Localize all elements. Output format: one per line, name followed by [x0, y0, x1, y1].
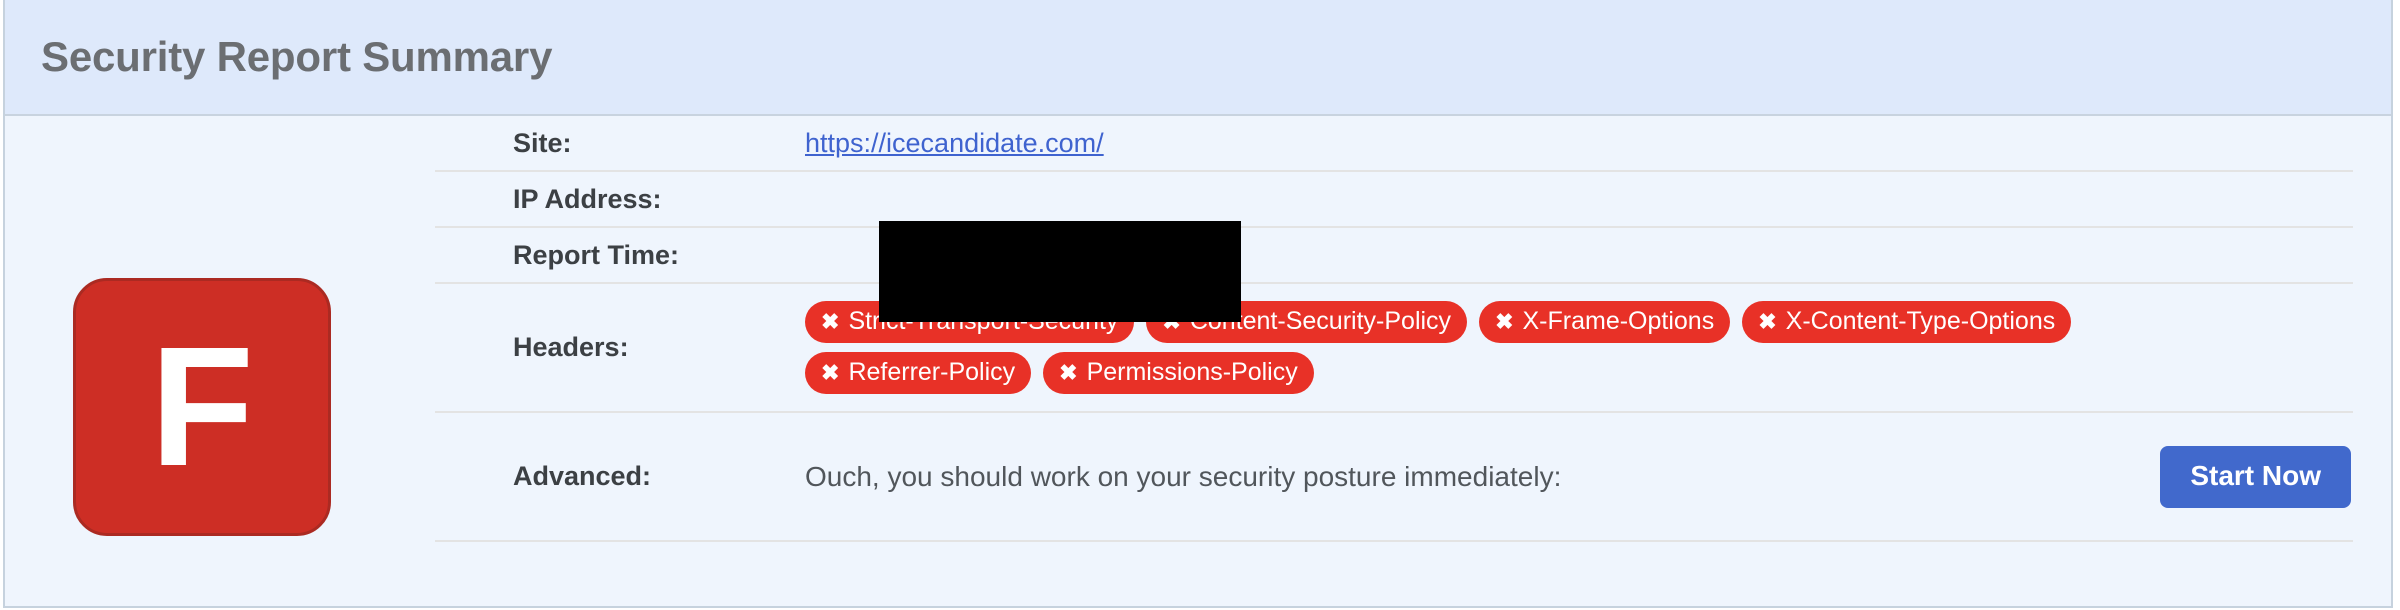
page-title: Security Report Summary — [41, 33, 553, 80]
report-details-table: Site: https://icecandidate.com/ IP Addre… — [435, 116, 2353, 602]
start-now-button[interactable]: Start Now — [2160, 445, 2351, 508]
header-pill-label: X-Content-Type-Options — [1785, 307, 2056, 335]
cross-icon: ✖ — [1758, 309, 1777, 334]
header-pill-label: X-Frame-Options — [1522, 307, 1715, 335]
header-pill-label: Referrer-Policy — [848, 358, 1016, 386]
card-body: F Site: https://icecandidate.com/ IP Add… — [5, 116, 2391, 606]
site-value-cell: https://icecandidate.com/ — [805, 116, 2353, 172]
ip-address-value — [805, 171, 2353, 228]
cross-icon: ✖ — [1059, 360, 1078, 385]
grade-badge: F — [73, 278, 331, 536]
advanced-label: Advanced: — [435, 412, 805, 542]
header-pill: ✖ Referrer-Policy — [805, 352, 1032, 394]
spacer-value-cell — [805, 541, 2353, 602]
advanced-row-content: Ouch, you should work on your security p… — [805, 445, 2353, 508]
table-row-site: Site: https://icecandidate.com/ — [435, 116, 2353, 172]
ip-address-label: IP Address: — [435, 171, 805, 228]
header-pill: ✖ X-Frame-Options — [1479, 301, 1731, 343]
header-pill: ✖ Permissions-Policy — [1043, 352, 1314, 394]
table-row-advanced: Advanced: Ouch, you should work on your … — [435, 412, 2353, 542]
cross-icon: ✖ — [821, 309, 840, 334]
redaction-overlay — [879, 221, 1241, 322]
table-row-spacer — [435, 541, 2353, 602]
advanced-value-cell: Ouch, you should work on your security p… — [805, 412, 2353, 542]
table-row-report-time: Report Time: — [435, 227, 2353, 284]
header-pill: ✖ X-Content-Type-Options — [1742, 301, 2072, 343]
security-report-card: Security Report Summary F Site: https://… — [3, 0, 2393, 608]
site-url-link[interactable]: https://icecandidate.com/ — [805, 128, 1104, 158]
grade-column: F — [5, 116, 435, 536]
report-time-label: Report Time: — [435, 227, 805, 284]
advanced-message: Ouch, you should work on your security p… — [805, 460, 1562, 492]
table-row-ip-address: IP Address: — [435, 171, 2353, 228]
headers-label: Headers: — [435, 283, 805, 413]
table-row-headers: Headers: ✖Strict-Transport-Security✖Cont… — [435, 283, 2353, 413]
site-label: Site: — [435, 116, 805, 172]
cross-icon: ✖ — [1495, 309, 1514, 334]
header-pill-label: Permissions-Policy — [1086, 358, 1298, 386]
cross-icon: ✖ — [821, 360, 840, 385]
spacer-label-cell — [435, 541, 805, 602]
card-header: Security Report Summary — [5, 0, 2391, 116]
